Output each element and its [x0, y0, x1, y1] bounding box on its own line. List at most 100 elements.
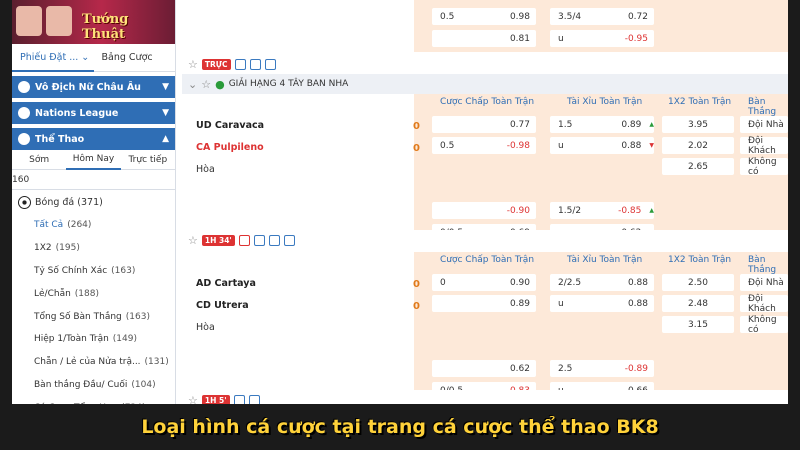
tab-betslip[interactable]: Phiếu Đặt ... ⌄ — [12, 44, 94, 72]
goal-option[interactable]: Đội Khách — [740, 135, 788, 156]
menu-item-count: (188) — [74, 288, 99, 299]
menu-item-count: (163) — [125, 311, 150, 322]
odds-cell[interactable]: 0.89 — [432, 295, 536, 312]
odds-line: 1.5 — [558, 119, 573, 130]
odds-cell[interactable]: -0.90 — [432, 202, 536, 219]
odds-cell-1x2[interactable]: 3.95 — [662, 116, 734, 133]
sidebar-item-market[interactable]: Cá Cược Tổng Hợp(724) — [12, 396, 175, 404]
trophy-icon — [18, 107, 30, 119]
odds-cell[interactable]: 2.5 -0.89 — [550, 360, 654, 377]
odds-cell-1x2[interactable]: 2.50 — [662, 274, 734, 291]
odds-cell-1x2[interactable]: 2.65 — [662, 158, 734, 175]
sidebar-item-market[interactable]: Tỷ Số Chính Xác (163) — [12, 260, 175, 283]
goal-option[interactable]: Đội Nhà — [740, 274, 788, 291]
promo-banner[interactable]: Tướng Thuật — [12, 0, 175, 44]
home-team[interactable]: AD Cartaya — [196, 278, 256, 289]
live-badge: 1H 34' — [201, 234, 235, 246]
stats-icon[interactable] — [238, 234, 250, 246]
sidebar-item-market[interactable]: Tất Cả (264) — [12, 214, 175, 237]
chart-icon[interactable] — [268, 234, 280, 246]
column-header: Bàn Thắng — [748, 255, 777, 275]
live-badge: 1H 5' — [201, 394, 230, 404]
sidebar-item-market[interactable]: 1X2 (195) — [12, 237, 175, 260]
stats-icon[interactable] — [233, 394, 245, 404]
soccer-ball-icon — [18, 195, 31, 209]
odds-cell[interactable]: u -0.95 — [550, 30, 654, 47]
tab-today[interactable]: Hôm Nay — [66, 150, 121, 170]
odds-cell[interactable]: u 0.88 — [550, 295, 654, 312]
odds-board: 0.5 0.98 3.5/4 0.72 0.81 u -0.95 ☆ TRỰC ⌄ ☆ ● … — [182, 0, 788, 404]
sidebar-item-market[interactable]: Hiệp 1/Toàn Trận (149) — [12, 328, 175, 351]
chevron-down-icon: ⌄ — [81, 51, 90, 63]
market-menu: Tất Cả (264) 1X2 (195) Tỷ Số Chính Xác (163) L… — [12, 214, 175, 404]
section-sports[interactable]: Thể Thao ▲ — [12, 128, 175, 150]
scoreboard-icon[interactable] — [253, 234, 265, 246]
banner-character — [16, 6, 42, 36]
odds-cell[interactable]: 0.77 — [432, 116, 536, 133]
league-header[interactable]: ⌄ ☆ ● GIẢI HẠNG 4 TÂY BAN NHA — [182, 74, 788, 94]
sidebar-item-market[interactable]: Bàn thắng Đầu/ Cuối (104) — [12, 374, 175, 397]
odds-cell-1x2[interactable]: 2.02 — [662, 137, 734, 154]
menu-item-label: Tất Cả — [34, 220, 64, 231]
arrow-up-icon: ▲ — [649, 207, 654, 214]
odds-cell[interactable]: 1.5 0.89 ▲ — [550, 116, 654, 133]
goal-option[interactable]: Không có — [740, 157, 788, 177]
odds-cell[interactable]: 3.5/4 0.72 — [550, 8, 654, 25]
betslip-tabs: Phiếu Đặt ... ⌄ Bảng Cược — [12, 44, 175, 72]
star-icon[interactable]: ☆ — [188, 394, 198, 405]
tab-early[interactable]: Sớm — [12, 155, 66, 165]
menu-item-label: 1X2 — [34, 243, 52, 254]
menu-item-count: (195) — [55, 243, 80, 254]
odds-value: 0.89 — [509, 298, 530, 309]
odds-cell[interactable]: u 0.88 ▼ — [550, 137, 654, 154]
goal-option[interactable]: Không có — [740, 315, 788, 335]
odds-cell-1x2[interactable]: 2.48 — [662, 295, 734, 312]
odds-cell[interactable]: 1.5/2 -0.85 ▲ — [550, 202, 654, 219]
chart-icon[interactable] — [249, 58, 261, 70]
odds-value: 0.88 — [621, 140, 642, 151]
odds-value: 2.65 — [687, 161, 709, 172]
sidebar-item-market[interactable]: Chẵn / Lẻ của Nửa trậ... (131) — [12, 351, 175, 374]
goal-label: Đội Nhà — [748, 119, 784, 130]
odds-value: 0.90 — [509, 277, 530, 288]
chevron-down-icon: ▼ — [162, 82, 169, 92]
goal-option[interactable]: Đội Khách — [740, 294, 788, 314]
away-team[interactable]: CA Pulpileno — [196, 142, 264, 153]
sidebar-item-market[interactable]: Tổng Số Bàn Thắng (163) — [12, 305, 175, 328]
goal-option[interactable]: Đội Nhà — [740, 116, 788, 133]
sidebar-item-market[interactable]: Lẻ/Chẵn (188) — [12, 282, 175, 305]
away-team[interactable]: CD Utrera — [196, 300, 249, 311]
odds-cell[interactable]: 0.62 — [432, 360, 536, 377]
menu-item-label: Chẵn / Lẻ của Nửa trậ... — [34, 357, 141, 368]
away-score: 0 — [413, 143, 420, 154]
odds-cell-1x2[interactable]: 3.15 — [662, 316, 734, 333]
odds-cell[interactable]: 0.5 -0.98 — [432, 137, 536, 154]
odds-value: -0.85 — [618, 205, 642, 216]
odds-value: 2.50 — [687, 277, 709, 288]
star-icon[interactable]: ☆ — [188, 234, 198, 247]
star-icon[interactable]: ☆ — [201, 78, 211, 91]
odds-cell[interactable]: 0.5 0.98 — [432, 8, 536, 25]
collapse-arrow-icon[interactable]: ⌄ — [188, 78, 197, 91]
tab-bet-board[interactable]: Bảng Cược — [94, 52, 176, 63]
stats-icon[interactable] — [234, 58, 246, 70]
section-nations-league[interactable]: Nations League ▼ — [12, 102, 175, 124]
menu-item-count: (149) — [112, 334, 137, 345]
odds-value: 2.02 — [687, 140, 709, 151]
refresh-icon[interactable] — [283, 234, 295, 246]
match-header: ☆ TRỰC — [182, 54, 788, 74]
odds-cell[interactable]: 2/2.5 0.88 — [550, 274, 654, 291]
goal-label: Đội Khách — [748, 135, 776, 156]
home-team[interactable]: UD Caravaca — [196, 120, 264, 131]
odds-cell[interactable]: 0.81 — [432, 30, 536, 47]
refresh-icon[interactable] — [264, 58, 276, 70]
section-womens-euro[interactable]: Vô Địch Nữ Châu Âu ▼ — [12, 76, 175, 98]
home-score: 0 — [413, 121, 420, 132]
caption-banner: Loại hình cá cược tại trang cá cược thể … — [0, 404, 800, 450]
tab-live[interactable]: Trực tiếp — [121, 155, 175, 165]
sport-football[interactable]: Bóng đá (371) — [12, 190, 175, 214]
column-header: Tài Xỉu Toàn Trận — [567, 97, 643, 107]
star-icon[interactable]: ☆ — [188, 58, 198, 71]
chart-icon[interactable] — [248, 394, 260, 404]
odds-cell[interactable]: 0 0.90 — [432, 274, 536, 291]
